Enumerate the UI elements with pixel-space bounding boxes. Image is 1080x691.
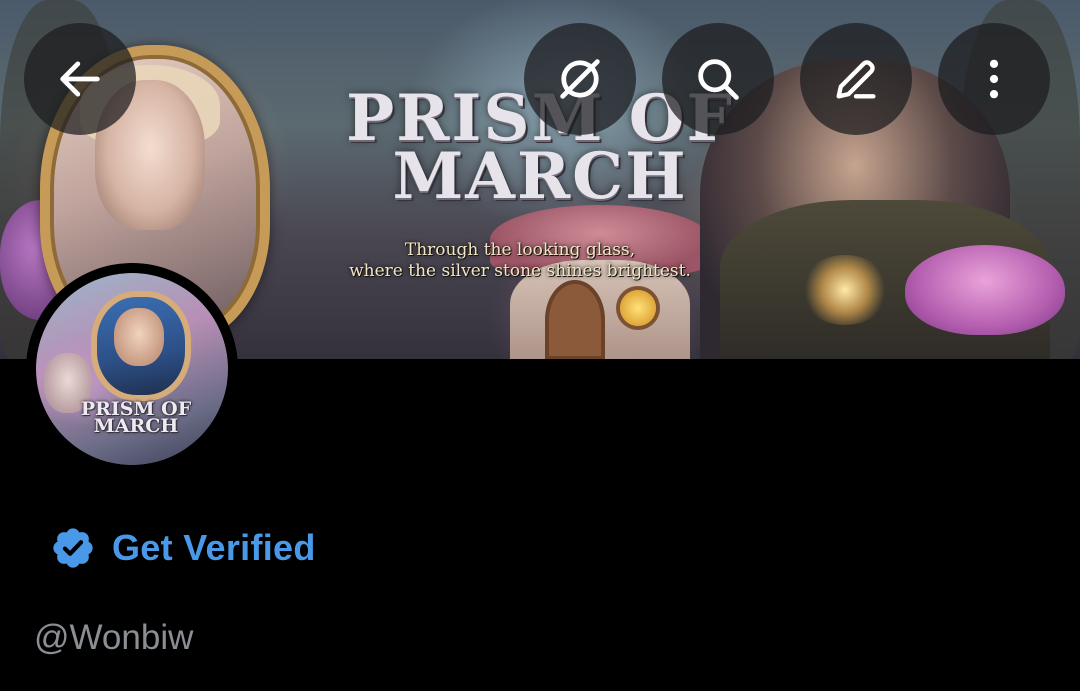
search-icon [698,59,739,100]
more-button[interactable] [938,23,1050,135]
pencil-icon [836,60,876,99]
profile-avatar[interactable]: PRISM OF MARCH [26,263,238,475]
banner-house-window [620,290,656,326]
banner-house-door [545,280,605,359]
search-button[interactable] [662,23,774,135]
verified-badge-icon [53,528,93,568]
banner-match-glow [800,255,890,325]
banner-flower [905,245,1065,335]
get-verified-label: Get Verified [112,527,316,568]
more-vertical-icon [989,59,999,99]
grok-button[interactable] [524,23,636,135]
profile-handle: @Wonbiw [34,618,194,657]
banner-tagline: Through the looking glass, where the sil… [349,240,691,281]
avatar-image: PRISM OF MARCH [36,273,228,465]
edit-button[interactable] [800,23,912,135]
grok-icon [560,59,600,99]
avatar-person-face [114,308,164,366]
avatar-title: PRISM OF MARCH [80,398,192,437]
back-button[interactable] [24,23,136,135]
get-verified-link[interactable]: Get Verified [50,525,316,571]
arrow-left-icon [60,61,100,97]
